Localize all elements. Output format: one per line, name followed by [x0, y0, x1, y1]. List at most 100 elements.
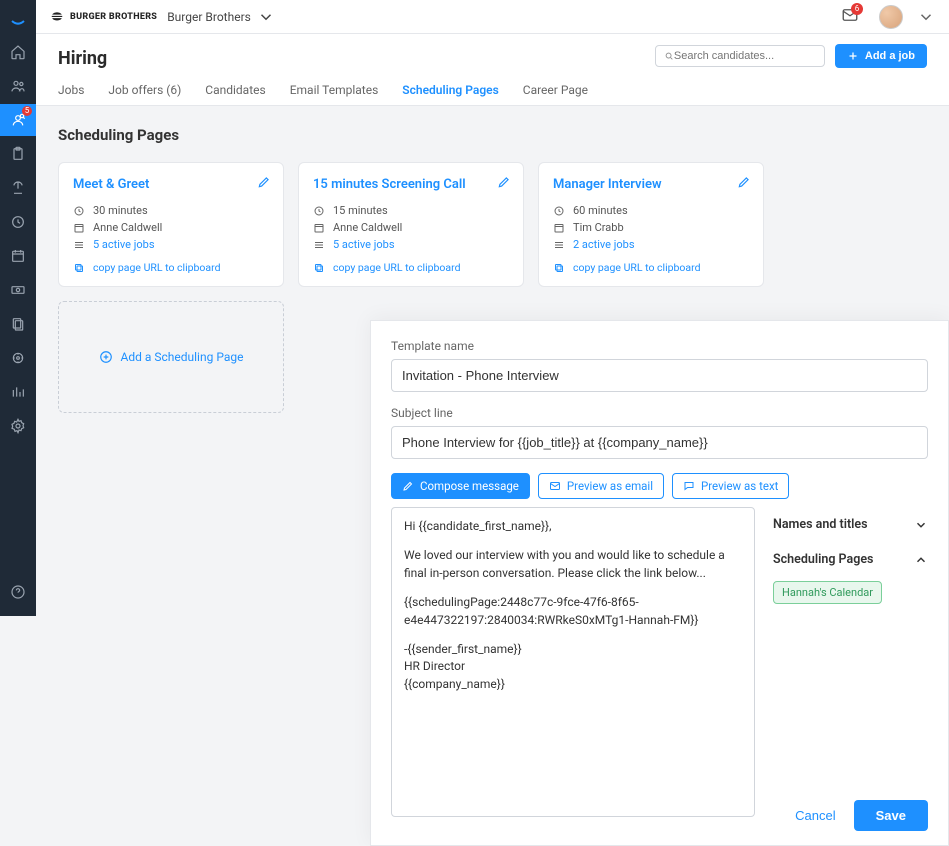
- scheduling-card: Manager Interview 60 minutes Tim Crabb 2…: [538, 162, 764, 287]
- company-dropdown[interactable]: Burger Brothers: [167, 8, 275, 26]
- pencil-icon: [402, 480, 414, 492]
- left-sidebar: 5: [0, 0, 36, 616]
- pencil-icon: [257, 175, 271, 189]
- card-duration: 30 minutes: [93, 204, 148, 217]
- card-title[interactable]: 15 minutes Screening Call: [313, 177, 509, 192]
- template-name-input[interactable]: [391, 359, 928, 392]
- card-title[interactable]: Meet & Greet: [73, 177, 269, 192]
- copy-icon: [553, 262, 565, 274]
- group-label: Names and titles: [773, 517, 868, 532]
- copy-url-label: copy page URL to clipboard: [93, 261, 221, 274]
- card-active-jobs[interactable]: 2 active jobs: [573, 238, 635, 251]
- nav-vacation[interactable]: [0, 172, 36, 204]
- template-editor-panel: Template name Subject line Compose messa…: [370, 320, 949, 846]
- list-icon: [553, 239, 565, 251]
- card-active-jobs[interactable]: 5 active jobs: [93, 238, 155, 251]
- add-job-button[interactable]: Add a job: [835, 44, 927, 68]
- scheduling-cards-row: Meet & Greet 30 minutes Anne Caldwell 5 …: [58, 162, 927, 287]
- subject-line-input[interactable]: [391, 426, 928, 459]
- save-button[interactable]: Save: [854, 800, 928, 831]
- add-scheduling-page-label: Add a Scheduling Page: [121, 350, 244, 364]
- nav-help[interactable]: [0, 576, 36, 608]
- editor-mode-tabs: Compose message Preview as email Preview…: [391, 473, 928, 499]
- card-owner: Anne Caldwell: [93, 221, 162, 234]
- company-name: Burger Brothers: [167, 10, 251, 24]
- nav-settings[interactable]: [0, 410, 36, 442]
- list-icon: [73, 239, 85, 251]
- card-active-jobs[interactable]: 5 active jobs: [333, 238, 395, 251]
- nav-clipboard[interactable]: [0, 138, 36, 170]
- notifications-badge: 6: [851, 3, 863, 15]
- editor-line: HR Director: [404, 658, 742, 675]
- editor-line: -{{sender_first_name}}: [404, 641, 742, 658]
- calendar-icon: [73, 222, 85, 234]
- editor-line: {{company_name}}: [404, 676, 742, 693]
- copy-url-label: copy page URL to clipboard: [333, 261, 461, 274]
- edit-card-button[interactable]: [497, 175, 511, 193]
- pencil-icon: [497, 175, 511, 189]
- preview-email-label: Preview as email: [567, 479, 653, 493]
- user-menu-chevron[interactable]: [917, 8, 935, 26]
- preview-email-tab[interactable]: Preview as email: [538, 473, 664, 499]
- group-scheduling-pages[interactable]: Scheduling Pages: [773, 542, 928, 577]
- search-input[interactable]: [674, 50, 816, 62]
- nav-money[interactable]: [0, 274, 36, 306]
- scheduling-card: 15 minutes Screening Call 15 minutes Ann…: [298, 162, 524, 287]
- subject-line-label: Subject line: [391, 406, 928, 420]
- nav-calendar[interactable]: [0, 240, 36, 272]
- brand-logo-text: BURGER BROTHERS: [70, 12, 157, 22]
- copy-icon: [313, 262, 325, 274]
- cancel-button[interactable]: Cancel: [795, 808, 835, 823]
- calendar-icon: [553, 222, 565, 234]
- plus-icon: [847, 50, 859, 62]
- user-avatar[interactable]: [879, 5, 903, 29]
- top-bar: BURGER BROTHERS Burger Brothers 6: [36, 0, 949, 34]
- chevron-up-icon: [914, 553, 928, 567]
- calendar-icon: [313, 222, 325, 234]
- preview-text-tab[interactable]: Preview as text: [672, 473, 789, 499]
- hiring-header: Hiring Add a job Jobs Job offers (6) Can…: [36, 34, 949, 106]
- app-logo: [0, 8, 36, 34]
- notifications-button[interactable]: 6: [841, 6, 859, 28]
- copy-url-button[interactable]: copy page URL to clipboard: [73, 261, 269, 274]
- copy-url-label: copy page URL to clipboard: [573, 261, 701, 274]
- section-heading: Scheduling Pages: [58, 126, 927, 144]
- card-owner: Anne Caldwell: [333, 221, 402, 234]
- edit-card-button[interactable]: [737, 175, 751, 193]
- clock-icon: [73, 205, 85, 217]
- chevron-down-icon: [914, 518, 928, 532]
- list-icon: [313, 239, 325, 251]
- scheduling-card: Meet & Greet 30 minutes Anne Caldwell 5 …: [58, 162, 284, 287]
- edit-card-button[interactable]: [257, 175, 271, 193]
- search-icon: [664, 50, 674, 62]
- chevron-down-icon: [257, 8, 275, 26]
- compose-message-tab[interactable]: Compose message: [391, 473, 530, 499]
- nav-reports[interactable]: [0, 376, 36, 408]
- clock-icon: [553, 205, 565, 217]
- nav-apps[interactable]: [0, 342, 36, 374]
- add-scheduling-page-button[interactable]: Add a Scheduling Page: [58, 301, 284, 413]
- copy-url-button[interactable]: copy page URL to clipboard: [553, 261, 749, 274]
- chat-icon: [683, 480, 695, 492]
- brand-logo: BURGER BROTHERS: [50, 10, 157, 24]
- nav-documents[interactable]: [0, 308, 36, 340]
- message-body-editor[interactable]: Hi {{candidate_first_name}}, We loved ou…: [391, 507, 755, 817]
- editor-line: {{schedulingPage:2448c77c-9fce-47f6-8f65…: [404, 594, 742, 629]
- editor-line: Hi {{candidate_first_name}},: [404, 518, 742, 535]
- nav-people[interactable]: [0, 70, 36, 102]
- group-names-titles[interactable]: Names and titles: [773, 507, 928, 542]
- group-label: Scheduling Pages: [773, 552, 874, 567]
- add-job-label: Add a job: [865, 50, 915, 62]
- nav-hiring[interactable]: 5: [0, 104, 36, 136]
- clock-icon: [313, 205, 325, 217]
- card-title[interactable]: Manager Interview: [553, 177, 749, 192]
- nav-home[interactable]: [0, 36, 36, 68]
- card-owner: Tim Crabb: [573, 221, 624, 234]
- plus-circle-icon: [99, 350, 113, 364]
- copy-url-button[interactable]: copy page URL to clipboard: [313, 261, 509, 274]
- nav-time[interactable]: [0, 206, 36, 238]
- modal-footer: Cancel Save: [795, 800, 928, 831]
- nav-hiring-badge: 5: [22, 106, 32, 116]
- scheduling-page-chip[interactable]: Hannah's Calendar: [773, 581, 882, 604]
- search-candidates[interactable]: [655, 45, 825, 67]
